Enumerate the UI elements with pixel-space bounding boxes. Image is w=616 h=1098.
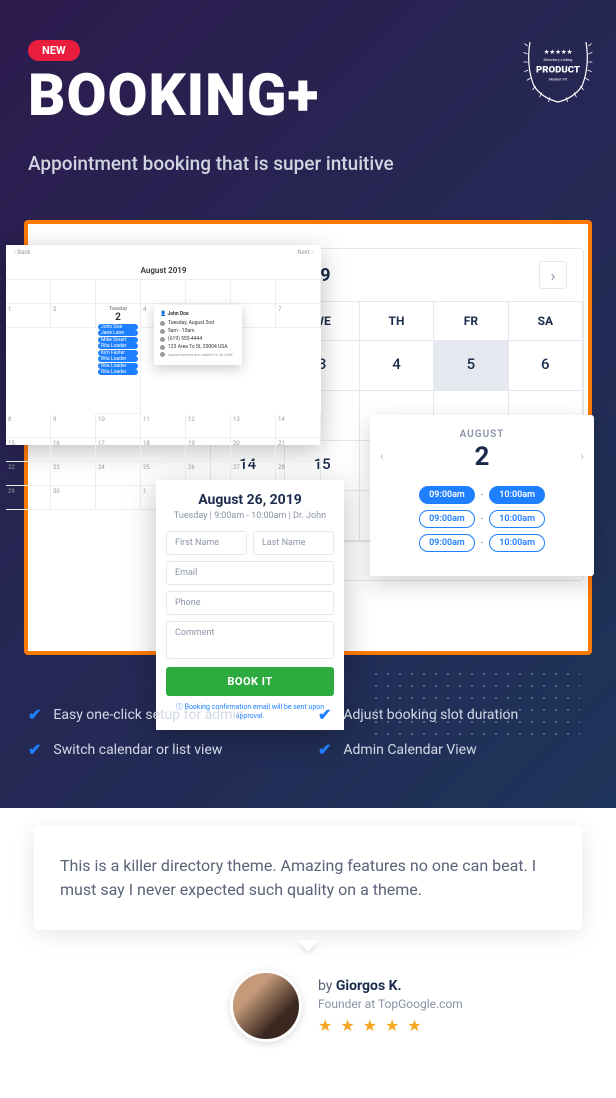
day-header: TH: [360, 302, 434, 341]
admin-calendar-cell[interactable]: 15: [6, 438, 51, 462]
calendar-date[interactable]: 5: [434, 341, 508, 391]
timeslot-chip[interactable]: 09:00am: [419, 486, 475, 504]
admin-calendar-cell[interactable]: 29: [6, 486, 51, 510]
svg-text:★★★★★: ★★★★★: [544, 48, 573, 56]
admin-calendar-cell[interactable]: 8: [6, 414, 51, 438]
admin-calendar-cell[interactable]: 12: [186, 414, 231, 438]
check-icon: ✔: [318, 740, 331, 759]
book-it-button[interactable]: BOOK IT: [166, 667, 334, 696]
timeslot-row: 09:00am-10:00am: [380, 486, 584, 504]
admin-calendar-cell[interactable]: Tuesday2John DoeJane LaneMike SmartRita …: [96, 304, 141, 414]
phone-input[interactable]: Phone: [166, 591, 334, 615]
last-name-input[interactable]: Last Name: [253, 531, 334, 555]
event-detail-popup: 👤 John Doe Tuesday, August 2nd 9am - 10a…: [154, 305, 242, 365]
timeslot-row: 09:00am-10:00am: [380, 534, 584, 552]
rating-stars: ★ ★ ★ ★ ★: [318, 1016, 463, 1035]
admin-calendar-cell[interactable]: 11: [141, 414, 186, 438]
booking-form: August 26, 2019 Tuesday | 9:00am - 10:00…: [156, 480, 344, 730]
admin-calendar-cell[interactable]: 7: [276, 304, 321, 328]
timeslot-chip[interactable]: 09:00am: [419, 534, 475, 552]
feature-item: ✔Easy one-click setup for admin: [28, 705, 298, 724]
admin-calendar-cell[interactable]: 22: [6, 462, 51, 486]
email-input[interactable]: Email: [166, 561, 334, 585]
feature-item: ✔Switch calendar or list view: [28, 740, 298, 759]
admin-calendar-cell[interactable]: 23: [51, 462, 96, 486]
admin-calendar-cell[interactable]: 24: [96, 462, 141, 486]
booking-date: August 26, 2019: [166, 492, 334, 508]
admin-calendar-title: August 2019: [6, 260, 321, 279]
admin-calendar-cell[interactable]: 17: [96, 438, 141, 462]
admin-next-button[interactable]: Next ›: [297, 249, 313, 256]
calendar-next-button[interactable]: ›: [539, 261, 567, 289]
prev-day-button[interactable]: ‹: [380, 449, 384, 463]
new-badge: NEW: [28, 40, 80, 61]
admin-calendar-cell[interactable]: 10: [96, 414, 141, 438]
admin-calendar-cell[interactable]: 21: [276, 438, 321, 462]
timeslot-row: 09:00am-10:00am: [380, 510, 584, 528]
first-name-input[interactable]: First Name: [166, 531, 247, 555]
testimonial-card: This is a killer directory theme. Amazin…: [34, 826, 582, 930]
admin-calendar-cell[interactable]: 13: [231, 414, 276, 438]
hero-title: BOOKING+: [28, 62, 319, 130]
timeslot-chip[interactable]: 10:00am: [489, 486, 545, 504]
admin-calendar-cell[interactable]: 2: [51, 304, 96, 328]
timeslot-chip[interactable]: 10:00am: [489, 534, 545, 552]
product-badge: ★★★★★ Directory Listing PRODUCT Market F…: [518, 26, 598, 106]
check-icon: ✔: [28, 705, 41, 724]
day-header: SA: [509, 302, 583, 341]
feature-item: ✔Admin Calendar View: [318, 740, 588, 759]
avatar: [230, 970, 302, 1042]
svg-text:Directory Listing: Directory Listing: [544, 57, 573, 62]
speech-pointer: [298, 940, 318, 952]
next-day-button[interactable]: ›: [580, 449, 584, 463]
booking-subtitle: Tuesday | 9:00am - 10:00am | Dr. John: [166, 511, 334, 521]
day-header: FR: [434, 302, 508, 341]
admin-calendar: ‹ Back Next › August 2019 12Tuesday2John…: [6, 245, 321, 445]
timeslot-chip[interactable]: 10:00am: [489, 510, 545, 528]
admin-calendar-cell[interactable]: 9: [51, 414, 96, 438]
slot-month: AUGUST: [380, 429, 584, 440]
chevron-right-icon: ›: [551, 266, 556, 285]
timeslot-popup: ‹› AUGUST 2 09:00am-10:00am09:00am-10:00…: [370, 415, 594, 576]
check-icon: ✔: [318, 705, 331, 724]
svg-text:Market Fit: Market Fit: [549, 76, 568, 81]
check-icon: ✔: [28, 740, 41, 759]
calendar-date[interactable]: 4: [360, 341, 434, 391]
feature-item: ✔Adjust booking slot duration: [318, 705, 588, 724]
hero-subtitle: Appointment booking that is super intuit…: [28, 152, 394, 175]
testimonial-text: This is a killer directory theme. Amazin…: [60, 854, 556, 902]
admin-back-button[interactable]: ‹ Back: [14, 249, 30, 256]
calendar-date[interactable]: 6: [509, 341, 583, 391]
admin-calendar-cell[interactable]: 30: [51, 486, 96, 510]
svg-text:PRODUCT: PRODUCT: [536, 64, 580, 75]
feature-list: ✔Easy one-click setup for admin ✔Adjust b…: [28, 705, 588, 759]
admin-calendar-cell[interactable]: 14: [276, 414, 321, 438]
author-name: by Giorgos K.: [318, 978, 463, 994]
admin-calendar-cell[interactable]: 1: [6, 304, 51, 328]
testimonial-author: by Giorgos K. Founder at TopGoogle.com ★…: [230, 970, 463, 1042]
admin-calendar-cell[interactable]: 16: [51, 438, 96, 462]
timeslot-chip[interactable]: 09:00am: [419, 510, 475, 528]
admin-calendar-cell[interactable]: 18: [141, 438, 186, 462]
admin-calendar-cell[interactable]: [96, 486, 141, 510]
comment-input[interactable]: Comment: [166, 621, 334, 659]
author-role: Founder at TopGoogle.com: [318, 997, 463, 1011]
admin-calendar-cell[interactable]: 19: [186, 438, 231, 462]
admin-calendar-cell[interactable]: 20: [231, 438, 276, 462]
